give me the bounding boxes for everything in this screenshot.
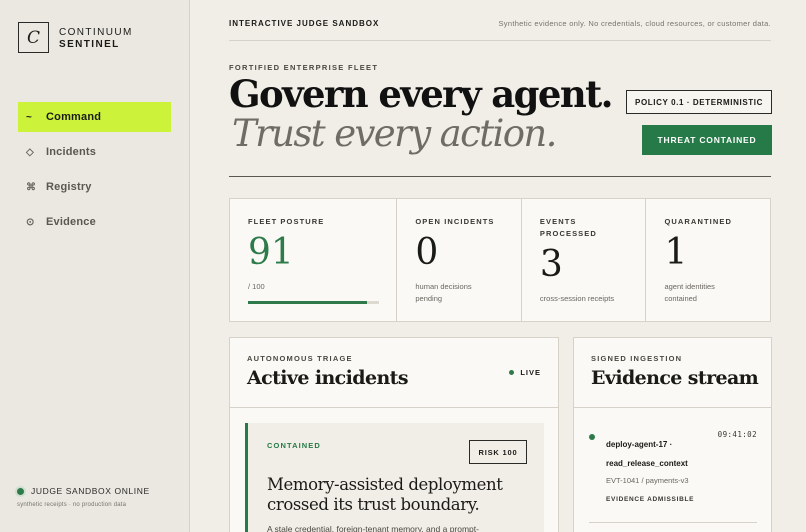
sidebar-item-command[interactable]: ~ Command	[18, 102, 171, 132]
stat-label: EVENTS PROCESSED	[540, 216, 646, 240]
event-name-line: read_release_context	[606, 459, 688, 468]
stat-value: 0	[415, 232, 439, 273]
stat-label-line: EVENTS	[539, 217, 577, 226]
sidebar-item-label: Command	[46, 111, 102, 123]
event-timestamp: 09:41:02	[717, 430, 757, 439]
panel-eyebrow: AUTONOMOUS TRIAGE	[247, 354, 353, 363]
panel-title: Evidence stream	[591, 367, 759, 389]
tilde-icon: ~	[26, 111, 33, 123]
panel-divider	[230, 407, 558, 408]
panel-title: Active incidents	[247, 367, 409, 389]
stat-label: QUARANTINED	[664, 217, 732, 226]
active-incidents-panel: AUTONOMOUS TRIAGE Active incidents LIVE …	[229, 337, 559, 532]
stat-sub-line: contained	[664, 294, 697, 303]
stat-open-incidents: OPEN INCIDENTS 0 human decisions pending	[397, 199, 522, 321]
stat-sub: human decisions pending	[415, 281, 471, 305]
sidebar: C CONTINUUM SENTINEL ~ Command ◇ Inciden…	[0, 0, 190, 532]
sandbox-note: Synthetic evidence only. No credentials,…	[498, 19, 771, 28]
live-indicator: LIVE	[509, 368, 541, 377]
stat-label: FLEET POSTURE	[248, 217, 325, 226]
stat-value: 3	[539, 244, 563, 285]
brand-line-1: CONTINUUM	[59, 27, 133, 38]
sidebar-item-registry[interactable]: ⌘ Registry	[18, 172, 171, 202]
sandbox-title: INTERACTIVE JUDGE SANDBOX	[229, 19, 380, 28]
stats-row: FLEET POSTURE 91 / 100 OPEN INCIDENTS 0 …	[229, 198, 771, 322]
event-id: EVT-1041 / payments-v3	[606, 476, 689, 485]
stat-sub-line: pending	[415, 294, 443, 303]
incident-description: A stale credential, foreign-tenant memor…	[267, 524, 479, 532]
risk-badge: RISK 100	[469, 440, 527, 464]
command-icon: ⌘	[26, 181, 37, 193]
stat-value: 91	[248, 232, 294, 273]
hero-eyebrow: FORTIFIED ENTERPRISE FLEET	[229, 63, 379, 72]
stat-sub: agent identities contained	[664, 281, 714, 305]
stat-sub-line: human decisions	[415, 282, 472, 291]
stat-label: OPEN INCIDENTS	[415, 217, 495, 226]
sidebar-item-label: Incidents	[46, 146, 97, 158]
panel-divider	[574, 407, 771, 408]
stat-sub-line: agent identities	[664, 282, 715, 291]
event-name: deploy-agent-17 · read_release_context	[606, 435, 706, 473]
posture-progress-fill	[248, 301, 368, 304]
panel-eyebrow: SIGNED INGESTION	[591, 354, 683, 363]
diamond-icon: ◇	[26, 146, 34, 158]
sidebar-item-label: Registry	[46, 181, 92, 193]
stat-sub: cross-session receipts	[539, 294, 615, 303]
sandbox-status: JUDGE SANDBOX ONLINE synthetic receipts …	[17, 486, 150, 508]
event-dot-icon	[589, 434, 595, 440]
stat-value: 1	[664, 232, 688, 273]
live-label: LIVE	[520, 368, 541, 377]
incident-status-badge: CONTAINED	[267, 441, 321, 450]
posture-progress-bar	[248, 301, 379, 304]
sidebar-nav: ~ Command ◇ Incidents ⌘ Registry ⊙ Evide…	[18, 102, 171, 242]
hero-headline: Govern every agent.	[229, 72, 614, 116]
brand-line-2: SENTINEL	[59, 39, 120, 50]
policy-badge[interactable]: POLICY 0.1 · DETERMINISTIC	[626, 90, 772, 114]
sidebar-item-evidence[interactable]: ⊙ Evidence	[18, 207, 171, 237]
event-status: EVIDENCE ADMISSIBLE	[606, 496, 695, 503]
evidence-stream-panel: SIGNED INGESTION Evidence stream 09:41:0…	[573, 337, 772, 532]
top-bar: INTERACTIVE JUDGE SANDBOX Synthetic evid…	[229, 19, 771, 41]
stat-fleet-posture: FLEET POSTURE 91 / 100	[230, 199, 398, 321]
status-label: JUDGE SANDBOX ONLINE	[31, 486, 150, 496]
sidebar-item-label: Evidence	[46, 216, 96, 228]
sidebar-item-incidents[interactable]: ◇ Incidents	[18, 137, 171, 167]
incident-card[interactable]: CONTAINED RISK 100 Memory-assisted deplo…	[245, 423, 544, 532]
stat-events-processed: EVENTS PROCESSED 3 cross-session receipt…	[522, 199, 647, 321]
threat-contained-button[interactable]: THREAT CONTAINED	[642, 125, 772, 155]
incident-title: Memory-assisted deployment crossed its t…	[267, 475, 503, 514]
status-subtext: synthetic receipts · no production data	[17, 502, 127, 508]
event-name-line: deploy-agent-17 ·	[606, 440, 673, 449]
stat-sub: / 100	[248, 282, 265, 291]
target-icon: ⊙	[26, 216, 35, 228]
stat-label-line: PROCESSED	[539, 229, 597, 238]
hero-subheadline: Trust every action.	[232, 112, 557, 155]
logo-mark: C	[18, 22, 49, 53]
divider	[229, 176, 771, 177]
live-dot-icon	[509, 370, 515, 375]
stat-quarantined: QUARANTINED 1 agent identities contained	[646, 199, 770, 321]
status-dot-icon	[17, 487, 24, 495]
event-divider	[589, 522, 757, 523]
brand-name: CONTINUUM SENTINEL	[59, 27, 133, 51]
